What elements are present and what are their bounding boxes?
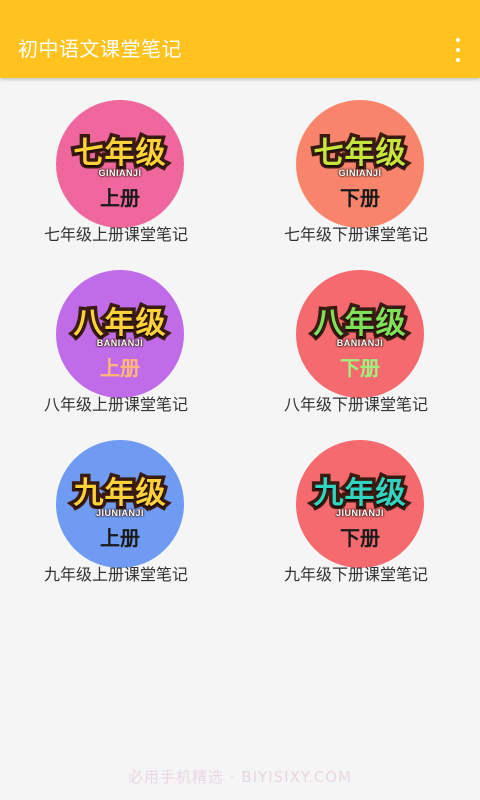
grade-label: 七年级 (70, 133, 169, 175)
grade-pinyin: JIUNIANJI (95, 508, 144, 518)
grade-label: 八年级 (70, 303, 169, 345)
overflow-dot (456, 58, 460, 62)
grade-label: 九年级 (70, 473, 169, 515)
grade-card-7-upper[interactable]: 七年级 GINIANJI 上册 七年级上册课堂笔记 (16, 100, 216, 250)
grade-badge: 八年级 BANIANJI 下册 (296, 270, 424, 398)
grade-pinyin: BANIANJI (96, 338, 144, 348)
volume-label: 上册 (100, 526, 140, 550)
grade-card-7-lower[interactable]: 七年级 GINIANJI 下册 七年级下册课堂笔记 (256, 100, 456, 250)
card-caption: 九年级下册课堂笔记 (283, 565, 428, 584)
grade-label: 九年级 (310, 473, 409, 515)
overflow-vertical-icon (456, 38, 460, 42)
grade-card-9-upper[interactable]: 九年级 JIUNIANJI 上册 九年级上册课堂笔记 (16, 440, 216, 590)
grade-card-8-lower[interactable]: 八年级 BANIANJI 下册 八年级下册课堂笔记 (256, 270, 456, 420)
volume-label: 上册 (100, 186, 140, 210)
card-caption: 八年级上册课堂笔记 (43, 395, 188, 414)
grade-card-8-upper[interactable]: 八年级 BANIANJI 上册 八年级上册课堂笔记 (16, 270, 216, 420)
overflow-dot (456, 48, 460, 52)
card-caption: 七年级上册课堂笔记 (43, 225, 188, 244)
grade-badge: 七年级 GINIANJI 上册 (56, 100, 184, 228)
grade-label: 八年级 (310, 303, 409, 345)
grade-card-9-lower[interactable]: 九年级 JIUNIANJI 下册 九年级下册课堂笔记 (256, 440, 456, 590)
grade-badge: 七年级 GINIANJI 下册 (296, 100, 424, 228)
volume-label: 上册 (100, 356, 140, 380)
grade-badge: 九年级 JIUNIANJI 下册 (296, 440, 424, 568)
app-title: 初中语文课堂笔记 (18, 37, 182, 61)
volume-label: 下册 (340, 526, 380, 550)
grade-pinyin: JIUNIANJI (335, 508, 384, 518)
grade-label: 七年级 (310, 133, 409, 175)
grade-pinyin: GINIANJI (338, 168, 382, 178)
volume-label: 下册 (340, 186, 380, 210)
grade-pinyin: BANIANJI (336, 338, 384, 348)
grade-pinyin: GINIANJI (98, 168, 142, 178)
grade-badge: 九年级 JIUNIANJI 上册 (56, 440, 184, 568)
grade-badge: 八年级 BANIANJI 上册 (56, 270, 184, 398)
watermark: 必用手机精选 · BIYISIXY.COM (128, 768, 352, 786)
card-caption: 八年级下册课堂笔记 (283, 395, 428, 414)
app-bar: 初中语文课堂笔记 (0, 0, 480, 78)
card-caption: 七年级下册课堂笔记 (283, 225, 428, 244)
volume-label: 下册 (340, 356, 380, 380)
grade-grid: 七年级 GINIANJI 上册 七年级上册课堂笔记 七年级 GINIANJI 下… (0, 100, 480, 600)
card-caption: 九年级上册课堂笔记 (43, 565, 188, 584)
overflow-menu-button[interactable] (450, 38, 466, 62)
